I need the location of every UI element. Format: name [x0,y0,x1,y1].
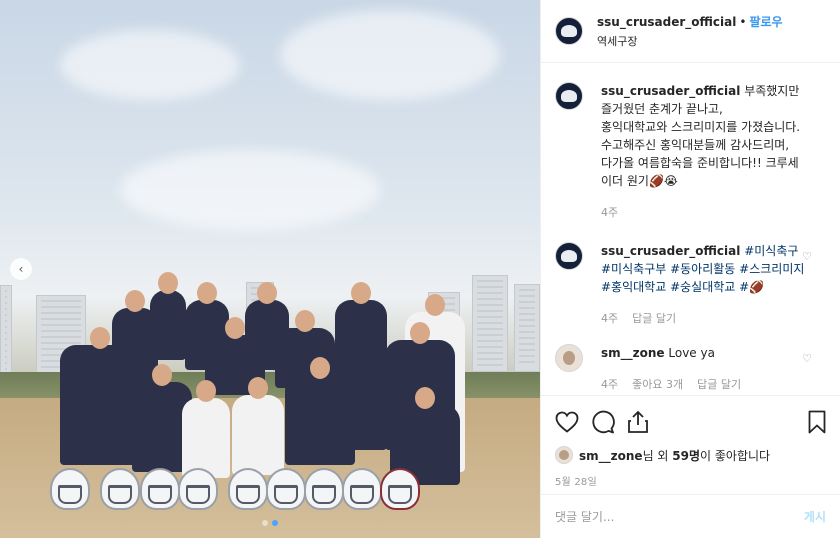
likes-summary[interactable]: sm__zone님 외 59명이 좋아합니다 [555,446,826,464]
helmet [228,468,268,510]
author-avatar[interactable] [555,17,583,45]
comment-icon[interactable] [591,410,627,434]
comment-age[interactable]: 4주 [601,310,618,328]
liker-avatar [555,446,573,464]
likes-count[interactable]: 59명 [672,449,700,463]
carousel-dot [262,520,268,526]
bookmark-icon[interactable] [808,410,826,434]
post-comment-button[interactable]: 게시 [804,508,826,525]
add-comment-bar: 게시 [541,494,840,538]
helmet [380,468,420,510]
cloud [60,30,240,100]
comment-like-icon[interactable]: ♡ [802,250,812,263]
follow-button[interactable]: 팔로우 [749,15,782,29]
building [514,284,540,372]
helmet [304,468,344,510]
likes-text: 님 외 [642,448,673,463]
comment: ssu_crusader_official #미식축구 #미식축구부 #동아리활… [555,242,826,328]
separator-dot: • [739,15,747,29]
reply-button[interactable]: 답글 달기 [632,310,676,328]
liker-username[interactable]: sm__zone [579,449,643,463]
comment-username[interactable]: ssu_crusader_official [601,244,740,258]
post-location[interactable]: 역세구장 [597,33,783,49]
comment-age[interactable]: 4주 [601,376,618,390]
comment-likes[interactable]: 좋아요 3개 [632,376,683,390]
helmet [100,468,140,510]
player [232,377,284,475]
building [472,275,508,372]
post-actions: sm__zone님 외 59명이 좋아합니다 5월 28일 [541,395,840,488]
comment-username[interactable]: sm__zone [601,346,665,360]
player [182,380,230,478]
comment-input[interactable] [555,509,804,524]
post-header: ssu_crusader_official • 팔로우 역세구장 [541,0,840,63]
carousel-dot-active [272,520,278,526]
helmet [342,468,382,510]
comments-list: ssu_crusader_official 부족했지만 즐거웠던 춘계가 끝나고… [541,64,840,390]
helmet [266,468,306,510]
carousel-prev-button[interactable]: ‹ [10,258,32,280]
author-username[interactable]: ssu_crusader_official [597,15,736,29]
helmet [50,468,90,510]
caption-text: 부족했지만 즐거웠던 춘계가 끝나고, 홍익대학교와 스크리미지를 가졌습니다.… [601,84,801,188]
player [60,327,140,465]
post-photo[interactable]: ‹ [0,0,540,538]
helmet [178,468,218,510]
post-date[interactable]: 5월 28일 [555,473,826,488]
cloud [280,10,500,100]
caption: ssu_crusader_official 부족했지만 즐거웠던 춘계가 끝나고… [555,82,826,222]
comment-like-icon[interactable]: ♡ [802,352,812,365]
author-avatar[interactable] [555,82,583,110]
player [285,357,355,465]
commenter-avatar[interactable] [555,344,583,372]
chevron-left-icon: ‹ [18,262,24,276]
reply-button[interactable]: 답글 달기 [697,376,741,390]
share-icon[interactable] [627,410,663,434]
comment-text: Love ya [668,346,715,360]
comment-age[interactable]: 4주 [601,204,618,222]
comment: sm__zone Love ya 4주 좋아요 3개 답글 달기 ♡ [555,344,826,390]
carousel-indicator [262,520,278,526]
cloud [120,150,380,230]
likes-text-tail: 이 좋아합니다 [700,448,771,463]
building [0,285,12,375]
post-side-panel: ssu_crusader_official • 팔로우 역세구장 ssu_crusa… [540,0,840,538]
author-avatar[interactable] [555,242,583,270]
helmet [140,468,180,510]
comment-username[interactable]: ssu_crusader_official [601,84,740,98]
heart-icon[interactable] [555,411,591,433]
